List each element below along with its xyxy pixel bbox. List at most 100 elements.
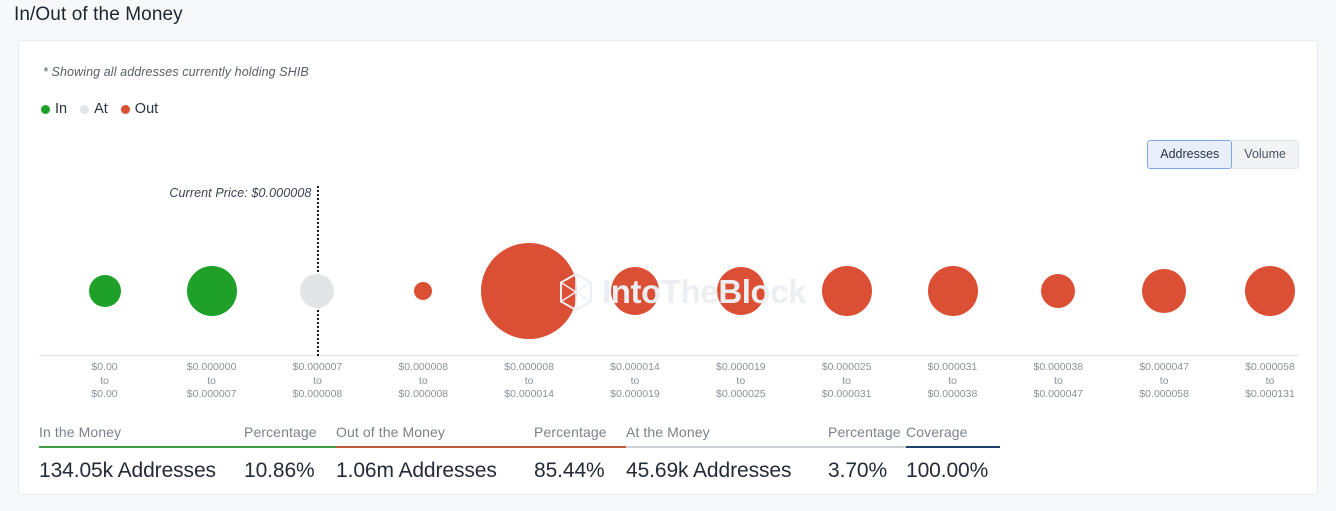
x-axis-label-line: to	[313, 374, 322, 387]
x-axis-label-line: $0.000131	[1245, 388, 1295, 400]
x-axis-label-line: $0.000008	[504, 361, 554, 373]
current-price-line	[317, 186, 320, 356]
x-axis-label-line: to	[418, 374, 428, 387]
bubble-at-2[interactable]	[300, 274, 335, 309]
bubble-out-4[interactable]	[481, 243, 578, 340]
summary-stats: In the Money 134.05k Addresses Percentage 1…	[39, 424, 1000, 483]
x-axis-label-line: $0.000000	[186, 361, 237, 373]
x-axis-label-line: to	[842, 374, 852, 387]
legend-dot-in	[41, 104, 50, 114]
x-axis-label-line: $0.000019	[610, 388, 660, 400]
chart-legend: In At Out	[41, 101, 165, 117]
stat-header: In the Money	[39, 424, 122, 440]
stat-header: At the Money	[626, 424, 710, 440]
x-axis-label-line: $0.000025	[715, 388, 766, 400]
legend-label: In	[55, 101, 68, 117]
x-axis-label-11: $0.000058 to $0.000131	[1215, 361, 1325, 402]
bubble-in-0[interactable]	[88, 275, 121, 308]
x-axis-label-line: $0.000047	[1033, 388, 1084, 400]
x-axis-label-4: $0.000008 to $0.000014	[474, 361, 584, 402]
stat-header: Percentage	[534, 424, 607, 440]
x-axis-label-8: $0.000031 to $0.000038	[898, 361, 1008, 402]
x-axis-labels: $0.00 to $0.00 $0.000000 to $0.000007 $0.00000…	[39, 361, 1299, 416]
x-axis-label-1: $0.000000 to $0.000007	[157, 361, 267, 402]
x-axis-label-line: to	[630, 374, 640, 387]
stat-value: 134.05k Addresses	[39, 459, 216, 482]
x-axis-label-line: $0.000038	[927, 388, 978, 400]
stat-value: 1.06m Addresses	[336, 459, 497, 482]
x-axis-label-6: $0.000019 to $0.000025	[686, 361, 796, 402]
stat-at-the-money-pct: Percentage 3.70%	[828, 424, 906, 483]
x-axis-label-line: $0.000031	[821, 388, 872, 400]
stat-header: Coverage	[906, 424, 968, 440]
x-axis-label-line: $0.000014	[610, 361, 660, 373]
x-axis-label-line: to	[207, 374, 216, 387]
x-axis-line	[39, 355, 1299, 356]
bubble-in-1[interactable]	[186, 266, 237, 317]
stat-value: 100.00%	[906, 459, 989, 482]
x-axis-label-line: $0.000008	[292, 388, 343, 400]
stat-header: Percentage	[244, 424, 317, 440]
stat-at-the-money: At the Money 45.69k Addresses	[626, 424, 828, 483]
x-axis-label-5: $0.000014 to $0.000019	[580, 361, 690, 402]
in-out-of-money-card: * Showing all addresses currently holdin…	[18, 40, 1318, 495]
stat-value: 10.86%	[244, 459, 315, 482]
x-axis-label-line: to	[1159, 374, 1169, 387]
x-axis-label-7: $0.000025 to $0.000031	[792, 361, 902, 402]
stat-value: 85.44%	[534, 459, 605, 482]
x-axis-label-line: $0.00	[91, 361, 118, 373]
legend-item-at[interactable]: At	[80, 101, 108, 117]
stat-out-of-the-money: Out of the Money 1.06m Addresses	[336, 424, 534, 483]
bubble-out-9[interactable]	[1041, 274, 1076, 309]
x-axis-label-line: $0.000007	[292, 361, 343, 373]
stat-value: 3.70%	[828, 459, 888, 482]
page-title: In/Out of the Money	[14, 4, 183, 25]
page-root: In/Out of the Money * Showing all addres…	[0, 0, 1336, 511]
bubble-out-5[interactable]	[610, 267, 659, 316]
stat-header: Out of the Money	[336, 424, 445, 440]
stat-out-of-the-money-pct: Percentage 85.44%	[534, 424, 626, 483]
toggle-addresses-button[interactable]: Addresses	[1147, 140, 1233, 169]
x-axis-label-line: $0.000008	[398, 388, 449, 400]
bubble-out-8[interactable]	[927, 266, 978, 317]
legend-label: At	[94, 101, 108, 117]
x-axis-label-line: $0.000025	[821, 361, 872, 373]
x-axis-label-line: $0.000038	[1033, 361, 1084, 373]
bubble-out-3[interactable]	[414, 282, 433, 301]
bubble-out-11[interactable]	[1245, 266, 1296, 317]
legend-dot-at	[80, 104, 90, 114]
stat-header: Percentage	[828, 424, 901, 440]
metric-toggle-group[interactable]: Addresses Volume	[1147, 140, 1299, 169]
bubble-out-6[interactable]	[716, 267, 765, 316]
bubble-out-10[interactable]	[1142, 269, 1187, 314]
x-axis-label-10: $0.000047 to $0.000058	[1109, 361, 1219, 402]
bubble-out-7[interactable]	[821, 266, 872, 317]
x-axis-label-line: $0.000014	[504, 388, 554, 400]
x-axis-label-0: $0.00 to $0.00	[50, 361, 160, 402]
bubble-plot-area: Current Price: $0.000008	[39, 186, 1299, 356]
x-axis-label-line: $0.000058	[1139, 388, 1189, 400]
x-axis-label-2: $0.000007 to $0.000008	[262, 361, 372, 402]
legend-item-in[interactable]: In	[41, 101, 67, 117]
stat-coverage: Coverage 100.00%	[906, 424, 1000, 483]
x-axis-label-line: to	[736, 374, 746, 387]
x-axis-label-line: to	[100, 374, 109, 387]
x-axis-label-line: to	[1265, 374, 1275, 387]
stat-in-the-money-pct: Percentage 10.86%	[244, 424, 336, 483]
toggle-volume-button[interactable]: Volume	[1232, 140, 1299, 169]
x-axis-label-line: $0.000031	[927, 361, 978, 373]
x-axis-label-line: $0.000058	[1245, 361, 1295, 373]
legend-item-out[interactable]: Out	[120, 101, 158, 117]
x-axis-label-line: $0.000007	[186, 388, 237, 400]
stat-in-the-money: In the Money 134.05k Addresses	[39, 424, 244, 483]
x-axis-label-line: $0.000019	[715, 361, 766, 373]
x-axis-label-line: to	[948, 374, 957, 387]
x-axis-label-3: $0.000008 to $0.000008	[368, 361, 478, 402]
x-axis-label-9: $0.000038 to $0.000047	[1003, 361, 1113, 402]
current-price-label: Current Price: $0.000008	[169, 186, 312, 200]
stat-value: 45.69k Addresses	[626, 459, 792, 482]
x-axis-label-line: to	[524, 374, 534, 387]
x-axis-label-line: $0.000008	[398, 361, 449, 373]
chart-note: * Showing all addresses currently holdin…	[43, 65, 309, 79]
x-axis-label-line: to	[1053, 374, 1063, 387]
